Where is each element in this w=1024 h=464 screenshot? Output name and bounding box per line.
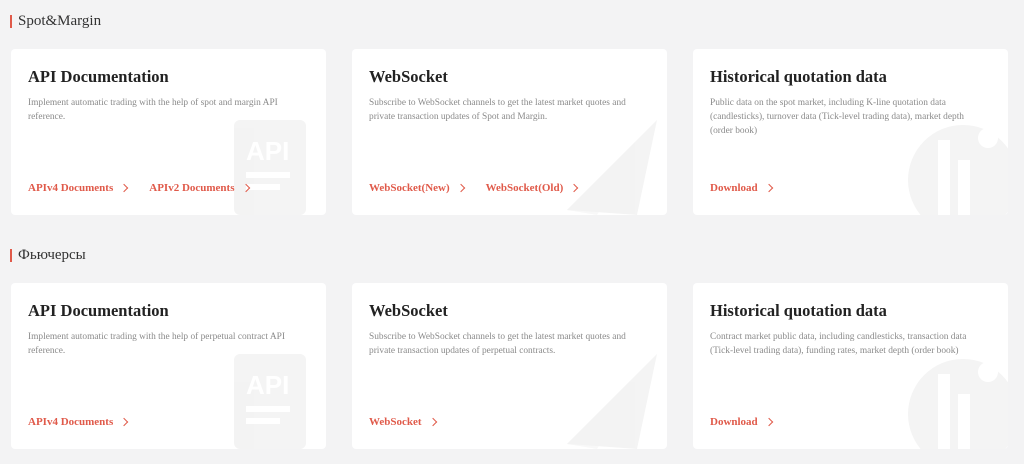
card-title: Historical quotation data xyxy=(710,301,887,320)
card-description: Subscribe to WebSocket channels to get t… xyxy=(369,332,626,356)
section-title-futures: Фьючерсы xyxy=(10,247,86,264)
link-label: WebSocket xyxy=(369,416,422,428)
chevron-right-icon xyxy=(120,417,129,427)
card-links: Download xyxy=(710,182,773,194)
apiv4-documents-link[interactable]: APIv4 Documents xyxy=(28,416,129,428)
download-link[interactable]: Download xyxy=(710,416,773,428)
link-label: WebSocket(Old) xyxy=(485,182,564,194)
chevron-right-icon xyxy=(120,183,129,193)
card-links: Download xyxy=(710,416,773,428)
chevron-right-icon xyxy=(428,417,437,427)
svg-text:API: API xyxy=(246,136,289,166)
section-accent-bar xyxy=(10,249,12,262)
download-link[interactable]: Download xyxy=(710,182,773,194)
card-links: APIv4 Documents APIv2 Documents xyxy=(28,182,250,194)
section-title-spot-margin: Spot&Margin xyxy=(10,13,101,30)
link-label: APIv2 Documents xyxy=(149,182,235,194)
paper-plane-icon xyxy=(567,120,657,215)
card-api-documentation: API API Documentation Implement automati… xyxy=(11,283,326,449)
card-description: Subscribe to WebSocket channels to get t… xyxy=(369,98,626,122)
card-description: Public data on the spot market, includin… xyxy=(710,98,964,136)
card-description: Contract market public data, including c… xyxy=(710,332,967,356)
chevron-right-icon xyxy=(764,183,773,193)
data-chart-icon xyxy=(908,359,1008,449)
card-api-documentation: API API Documentation Implement automati… xyxy=(11,49,326,215)
card-websocket: WebSocket Subscribe to WebSocket channel… xyxy=(352,49,667,215)
section-cards-futures: API API Documentation Implement automati… xyxy=(11,283,1013,449)
card-title: API Documentation xyxy=(28,67,169,86)
card-links: WebSocket(New) WebSocket(Old) xyxy=(369,182,579,194)
card-historical-quotation-data: Historical quotation data Public data on… xyxy=(693,49,1008,215)
link-label: WebSocket(New) xyxy=(369,182,450,194)
card-description: Implement automatic trading with the hel… xyxy=(28,98,278,122)
section-accent-bar xyxy=(10,15,12,28)
apiv2-documents-link[interactable]: APIv2 Documents xyxy=(149,182,250,194)
websocket-link[interactable]: WebSocket xyxy=(369,416,437,428)
card-title: WebSocket xyxy=(369,67,448,86)
link-label: APIv4 Documents xyxy=(28,416,114,428)
section-cards-spot-margin: API API Documentation Implement automati… xyxy=(11,49,1013,215)
apiv4-documents-link[interactable]: APIv4 Documents xyxy=(28,182,129,194)
section-title-label: Фьючерсы xyxy=(18,247,86,263)
api-document-icon: API xyxy=(234,354,306,449)
card-title: API Documentation xyxy=(28,301,169,320)
link-label: Download xyxy=(710,416,758,428)
chevron-right-icon xyxy=(764,417,773,427)
svg-text:API: API xyxy=(246,370,289,400)
chevron-right-icon xyxy=(570,183,579,193)
card-description: Implement automatic trading with the hel… xyxy=(28,332,285,356)
paper-plane-icon xyxy=(567,354,657,449)
api-document-icon: API xyxy=(234,120,306,215)
websocket-old-link[interactable]: WebSocket(Old) xyxy=(485,182,579,194)
websocket-new-link[interactable]: WebSocket(New) xyxy=(369,182,465,194)
chevron-right-icon xyxy=(241,183,250,193)
card-links: APIv4 Documents xyxy=(28,416,129,428)
card-title: Historical quotation data xyxy=(710,67,887,86)
link-label: APIv4 Documents xyxy=(28,182,114,194)
card-links: WebSocket xyxy=(369,416,437,428)
card-websocket: WebSocket Subscribe to WebSocket channel… xyxy=(352,283,667,449)
chevron-right-icon xyxy=(456,183,465,193)
link-label: Download xyxy=(710,182,758,194)
section-title-label: Spot&Margin xyxy=(18,13,102,29)
card-historical-quotation-data: Historical quotation data Contract marke… xyxy=(693,283,1008,449)
card-title: WebSocket xyxy=(369,301,448,320)
